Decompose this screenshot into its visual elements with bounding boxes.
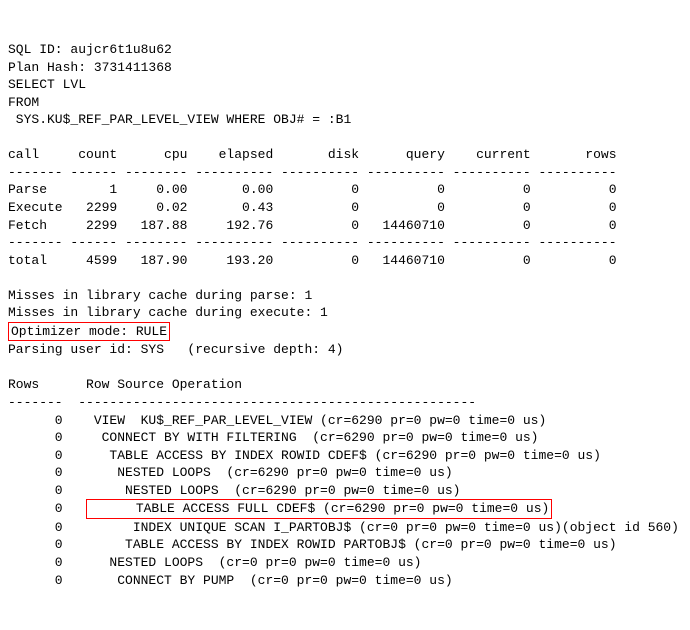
- sql-id-value: aujcr6t1u8u62: [70, 42, 171, 57]
- stats-divider: ------- ------ -------- ---------- -----…: [8, 165, 617, 180]
- plan-divider: ------- --------------------------------…: [8, 395, 476, 410]
- stats-header-row: call count cpu elapsed disk query curren…: [8, 147, 617, 162]
- plan-hash-value: 3731411368: [94, 60, 172, 75]
- miss-parse: Misses in library cache during parse: 1: [8, 288, 312, 303]
- plan-header: Rows Row Source Operation: [8, 377, 242, 392]
- plan-body: 0 VIEW KU$_REF_PAR_LEVEL_VIEW (cr=6290 p…: [8, 413, 679, 588]
- parsing-user: Parsing user id: SYS (recursive depth: 4…: [8, 342, 343, 357]
- plan-hash-label: Plan Hash:: [8, 60, 94, 75]
- sql-where: SYS.KU$_REF_PAR_LEVEL_VIEW WHERE OBJ# = …: [8, 112, 351, 127]
- miss-exec: Misses in library cache during execute: …: [8, 305, 328, 320]
- sql-id-label: SQL ID:: [8, 42, 70, 57]
- sql-select: SELECT LVL: [8, 77, 86, 92]
- sql-from: FROM: [8, 95, 39, 110]
- stats-divider: ------- ------ -------- ---------- -----…: [8, 235, 617, 250]
- optimizer-mode: Optimizer mode: RULE: [8, 322, 170, 342]
- stats-data-rows: Parse 1 0.00 0.00 0 0 0 0 Execute 2299 0…: [8, 182, 617, 232]
- stats-total-row: total 4599 187.90 193.20 0 14460710 0 0: [8, 253, 617, 268]
- plan-line-highlight: TABLE ACCESS FULL CDEF$ (cr=6290 pr=0 pw…: [86, 499, 552, 519]
